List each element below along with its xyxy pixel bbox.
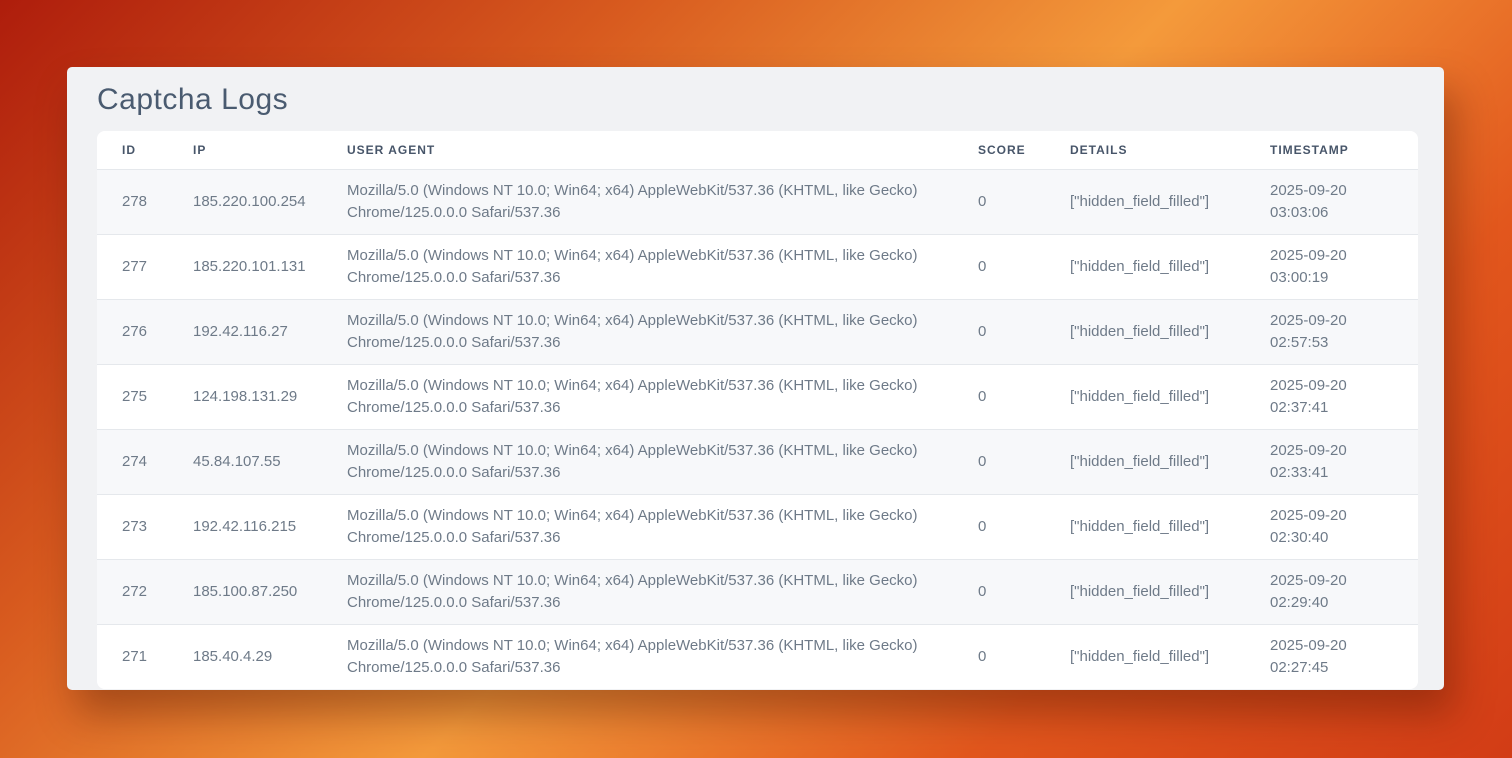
table-row: 276 192.42.116.27 Mozilla/5.0 (Windows N… <box>97 299 1418 364</box>
cell-timestamp: 2025-09-20 02:57:53 <box>1270 299 1418 364</box>
cell-score: 0 <box>978 494 1070 559</box>
cell-id: 271 <box>97 624 193 689</box>
cell-user-agent: Mozilla/5.0 (Windows NT 10.0; Win64; x64… <box>347 169 978 234</box>
cell-id: 278 <box>97 169 193 234</box>
cell-id: 274 <box>97 429 193 494</box>
cell-ip: 192.42.116.215 <box>193 494 347 559</box>
cell-score: 0 <box>978 364 1070 429</box>
cell-id: 277 <box>97 234 193 299</box>
cell-ip: 124.198.131.29 <box>193 364 347 429</box>
cell-timestamp: 2025-09-20 02:37:41 <box>1270 364 1418 429</box>
table-body: 278 185.220.100.254 Mozilla/5.0 (Windows… <box>97 169 1418 689</box>
column-header-ip: IP <box>193 131 347 169</box>
column-header-details: DETAILS <box>1070 131 1270 169</box>
cell-score: 0 <box>978 624 1070 689</box>
cell-ip: 192.42.116.27 <box>193 299 347 364</box>
cell-details: ["hidden_field_filled"] <box>1070 559 1270 624</box>
table-row: 273 192.42.116.215 Mozilla/5.0 (Windows … <box>97 494 1418 559</box>
cell-user-agent: Mozilla/5.0 (Windows NT 10.0; Win64; x64… <box>347 234 978 299</box>
cell-details: ["hidden_field_filled"] <box>1070 364 1270 429</box>
captcha-logs-card: Captcha Logs ID IP USER AGENT SCORE DETA… <box>67 67 1444 690</box>
cell-id: 272 <box>97 559 193 624</box>
table-row: 274 45.84.107.55 Mozilla/5.0 (Windows NT… <box>97 429 1418 494</box>
cell-timestamp: 2025-09-20 02:33:41 <box>1270 429 1418 494</box>
cell-timestamp: 2025-09-20 02:29:40 <box>1270 559 1418 624</box>
cell-ip: 185.40.4.29 <box>193 624 347 689</box>
cell-ip: 45.84.107.55 <box>193 429 347 494</box>
cell-details: ["hidden_field_filled"] <box>1070 429 1270 494</box>
cell-id: 275 <box>97 364 193 429</box>
cell-user-agent: Mozilla/5.0 (Windows NT 10.0; Win64; x64… <box>347 559 978 624</box>
column-header-timestamp: TIMESTAMP <box>1270 131 1418 169</box>
cell-score: 0 <box>978 429 1070 494</box>
column-header-id: ID <box>97 131 193 169</box>
cell-user-agent: Mozilla/5.0 (Windows NT 10.0; Win64; x64… <box>347 299 978 364</box>
cell-score: 0 <box>978 299 1070 364</box>
cell-ip: 185.220.101.131 <box>193 234 347 299</box>
table-header-row: ID IP USER AGENT SCORE DETAILS TIMESTAMP <box>97 131 1418 169</box>
page-title: Captcha Logs <box>97 81 288 119</box>
cell-user-agent: Mozilla/5.0 (Windows NT 10.0; Win64; x64… <box>347 494 978 559</box>
table-row: 271 185.40.4.29 Mozilla/5.0 (Windows NT … <box>97 624 1418 689</box>
captcha-logs-table: ID IP USER AGENT SCORE DETAILS TIMESTAMP… <box>97 131 1418 689</box>
table-row: 278 185.220.100.254 Mozilla/5.0 (Windows… <box>97 169 1418 234</box>
cell-details: ["hidden_field_filled"] <box>1070 624 1270 689</box>
page-background: { "page": { "title": "Captcha Logs" }, "… <box>0 0 1512 758</box>
cell-score: 0 <box>978 169 1070 234</box>
table-row: 272 185.100.87.250 Mozilla/5.0 (Windows … <box>97 559 1418 624</box>
cell-timestamp: 2025-09-20 03:03:06 <box>1270 169 1418 234</box>
table-row: 275 124.198.131.29 Mozilla/5.0 (Windows … <box>97 364 1418 429</box>
cell-user-agent: Mozilla/5.0 (Windows NT 10.0; Win64; x64… <box>347 624 978 689</box>
table-row: 277 185.220.101.131 Mozilla/5.0 (Windows… <box>97 234 1418 299</box>
cell-timestamp: 2025-09-20 02:30:40 <box>1270 494 1418 559</box>
cell-details: ["hidden_field_filled"] <box>1070 234 1270 299</box>
cell-user-agent: Mozilla/5.0 (Windows NT 10.0; Win64; x64… <box>347 429 978 494</box>
cell-id: 273 <box>97 494 193 559</box>
column-header-score: SCORE <box>978 131 1070 169</box>
cell-details: ["hidden_field_filled"] <box>1070 494 1270 559</box>
cell-score: 0 <box>978 234 1070 299</box>
cell-ip: 185.100.87.250 <box>193 559 347 624</box>
cell-timestamp: 2025-09-20 03:00:19 <box>1270 234 1418 299</box>
cell-ip: 185.220.100.254 <box>193 169 347 234</box>
cell-details: ["hidden_field_filled"] <box>1070 299 1270 364</box>
cell-timestamp: 2025-09-20 02:27:45 <box>1270 624 1418 689</box>
cell-id: 276 <box>97 299 193 364</box>
cell-user-agent: Mozilla/5.0 (Windows NT 10.0; Win64; x64… <box>347 364 978 429</box>
column-header-user-agent: USER AGENT <box>347 131 978 169</box>
cell-score: 0 <box>978 559 1070 624</box>
logs-table-container: ID IP USER AGENT SCORE DETAILS TIMESTAMP… <box>97 131 1418 689</box>
table-header: ID IP USER AGENT SCORE DETAILS TIMESTAMP <box>97 131 1418 169</box>
cell-details: ["hidden_field_filled"] <box>1070 169 1270 234</box>
